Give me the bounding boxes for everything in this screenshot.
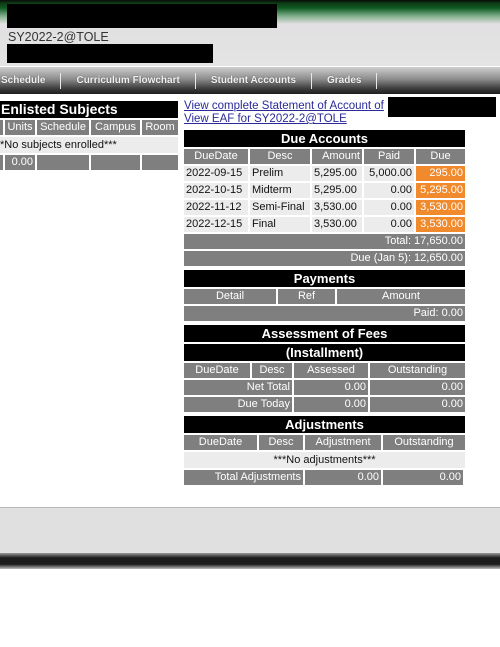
- due-accounts-total: Total: 17,650.00: [184, 234, 465, 249]
- payments-header: Detail Ref Amount: [184, 289, 465, 304]
- row-amount: 5,295.00: [312, 183, 362, 198]
- column-header-paid: Paid: [364, 149, 414, 164]
- payments-title: Payments: [184, 270, 465, 287]
- row-duedate: 2022-11-12: [184, 200, 248, 215]
- row-amount: 3,530.00: [312, 217, 362, 232]
- table-row: 2022-10-15 Midterm 5,295.00 0.00 5,295.0…: [184, 183, 465, 198]
- column-header-units: Units: [5, 120, 35, 135]
- row-desc: Midterm: [250, 183, 310, 198]
- adjustments-title: Adjustments: [184, 416, 465, 433]
- school-term: SY2022-2@TOLE: [8, 30, 109, 44]
- redacted-student-name-link: [388, 97, 496, 117]
- row-paid: 0.00: [364, 183, 414, 198]
- total-blank-cell: [0, 155, 3, 170]
- total-adjustment-value: 0.00: [305, 470, 381, 485]
- row-paid: 0.00: [364, 217, 414, 232]
- column-header-detail: Detail: [184, 289, 276, 304]
- payments-paid-total: Paid: 0.00: [184, 306, 465, 321]
- table-row: 2022-11-12 Semi-Final 3,530.00 0.00 3,53…: [184, 200, 465, 215]
- page-header: SY2022-2@TOLE: [0, 0, 500, 66]
- column-header-desc: Desc: [259, 435, 303, 450]
- no-adjustments-message: ***No adjustments***: [184, 452, 465, 468]
- assessment-row-label: Due Today: [184, 397, 292, 412]
- row-due: 5,295.00: [416, 183, 465, 198]
- assessment-row-assessed: 0.00: [294, 397, 368, 412]
- row-paid: 0.00: [364, 200, 414, 215]
- enlisted-subjects-panel: Enlisted Subjects Units Schedule Campus …: [0, 101, 178, 170]
- column-header-blank: [0, 120, 3, 135]
- assessment-row-outstanding: 0.00: [370, 380, 465, 395]
- column-header-adjustment: Adjustment: [305, 435, 381, 450]
- assessment-subtitle: (Installment): [184, 344, 465, 361]
- nav-student-accounts[interactable]: Student Accounts: [196, 75, 311, 86]
- due-accounts-due-as-of: Due (Jan 5): 12,650.00: [184, 251, 465, 266]
- statement-link-wrap: View complete Statement of Account of: [184, 97, 496, 117]
- column-header-room: Room: [142, 120, 178, 135]
- nav-divider: [376, 72, 378, 89]
- accounts-panel: View complete Statement of Account of Vi…: [184, 97, 496, 485]
- table-row: 2022-09-15 Prelim 5,295.00 5,000.00 295.…: [184, 166, 465, 181]
- due-accounts-title: Due Accounts: [184, 130, 465, 147]
- column-header-duedate: DueDate: [184, 149, 248, 164]
- row-duedate: 2022-12-15: [184, 217, 248, 232]
- nav-grades[interactable]: Grades: [312, 75, 376, 86]
- row-due: 295.00: [416, 166, 465, 181]
- assessment-header: DueDate Desc Assessed Outstanding: [184, 363, 465, 378]
- table-row: Net Total 0.00 0.00: [184, 380, 465, 395]
- row-duedate: 2022-10-15: [184, 183, 248, 198]
- column-header-due: Due: [416, 149, 465, 164]
- enlisted-subjects-total-row: 0.00: [0, 155, 178, 170]
- nav-schedule[interactable]: Schedule: [0, 75, 60, 86]
- column-header-amount: Amount: [312, 149, 362, 164]
- footer-divider: [0, 553, 500, 569]
- column-header-outstanding: Outstanding: [383, 435, 465, 450]
- row-due: 3,530.00: [416, 217, 465, 232]
- enlisted-subjects-header: Units Schedule Campus Room: [0, 120, 178, 135]
- column-header-desc: Desc: [250, 149, 310, 164]
- column-header-duedate: DueDate: [184, 435, 257, 450]
- row-amount: 5,295.00: [312, 166, 362, 181]
- adjustments-header: DueDate Desc Adjustment Outstanding: [184, 435, 465, 450]
- column-header-duedate: DueDate: [184, 363, 250, 378]
- row-duedate: 2022-09-15: [184, 166, 248, 181]
- table-row: Due Today 0.00 0.00: [184, 397, 465, 412]
- column-header-ref: Ref: [278, 289, 335, 304]
- assessment-row-outstanding: 0.00: [370, 397, 465, 412]
- redacted-student-name: [7, 4, 277, 28]
- column-header-desc: Desc: [252, 363, 292, 378]
- due-accounts-header: DueDate Desc Amount Paid Due: [184, 149, 465, 164]
- total-schedule-cell: [37, 155, 89, 170]
- total-adjustments-label: Total Adjustments: [184, 470, 303, 485]
- row-desc: Prelim: [250, 166, 310, 181]
- table-row: 2022-12-15 Final 3,530.00 0.00 3,530.00: [184, 217, 465, 232]
- total-units: 0.00: [5, 155, 35, 170]
- assessment-row-label: Net Total: [184, 380, 292, 395]
- column-header-amount: Amount: [337, 289, 465, 304]
- adjustments-total-row: Total Adjustments 0.00 0.00: [184, 470, 465, 485]
- total-room-cell: [142, 155, 178, 170]
- column-header-outstanding: Outstanding: [370, 363, 465, 378]
- assessment-row-assessed: 0.00: [294, 380, 368, 395]
- row-desc: Semi-Final: [250, 200, 310, 215]
- column-header-schedule: Schedule: [37, 120, 89, 135]
- row-paid: 5,000.00: [364, 166, 414, 181]
- row-due: 3,530.00: [416, 200, 465, 215]
- column-header-campus: Campus: [91, 120, 140, 135]
- column-header-assessed: Assessed: [294, 363, 368, 378]
- nav-curriculum-flowchart[interactable]: Curriculum Flowchart: [61, 75, 194, 86]
- row-desc: Final: [250, 217, 310, 232]
- redacted-student-id: [7, 44, 213, 63]
- assessment-title: Assessment of Fees: [184, 325, 465, 342]
- row-amount: 3,530.00: [312, 200, 362, 215]
- no-subjects-message: *No subjects enrolled***: [0, 137, 178, 153]
- enlisted-subjects-title: Enlisted Subjects: [0, 101, 178, 118]
- total-outstanding-value: 0.00: [383, 470, 463, 485]
- total-campus-cell: [91, 155, 140, 170]
- main-nav: Schedule Curriculum Flowchart Student Ac…: [0, 67, 500, 94]
